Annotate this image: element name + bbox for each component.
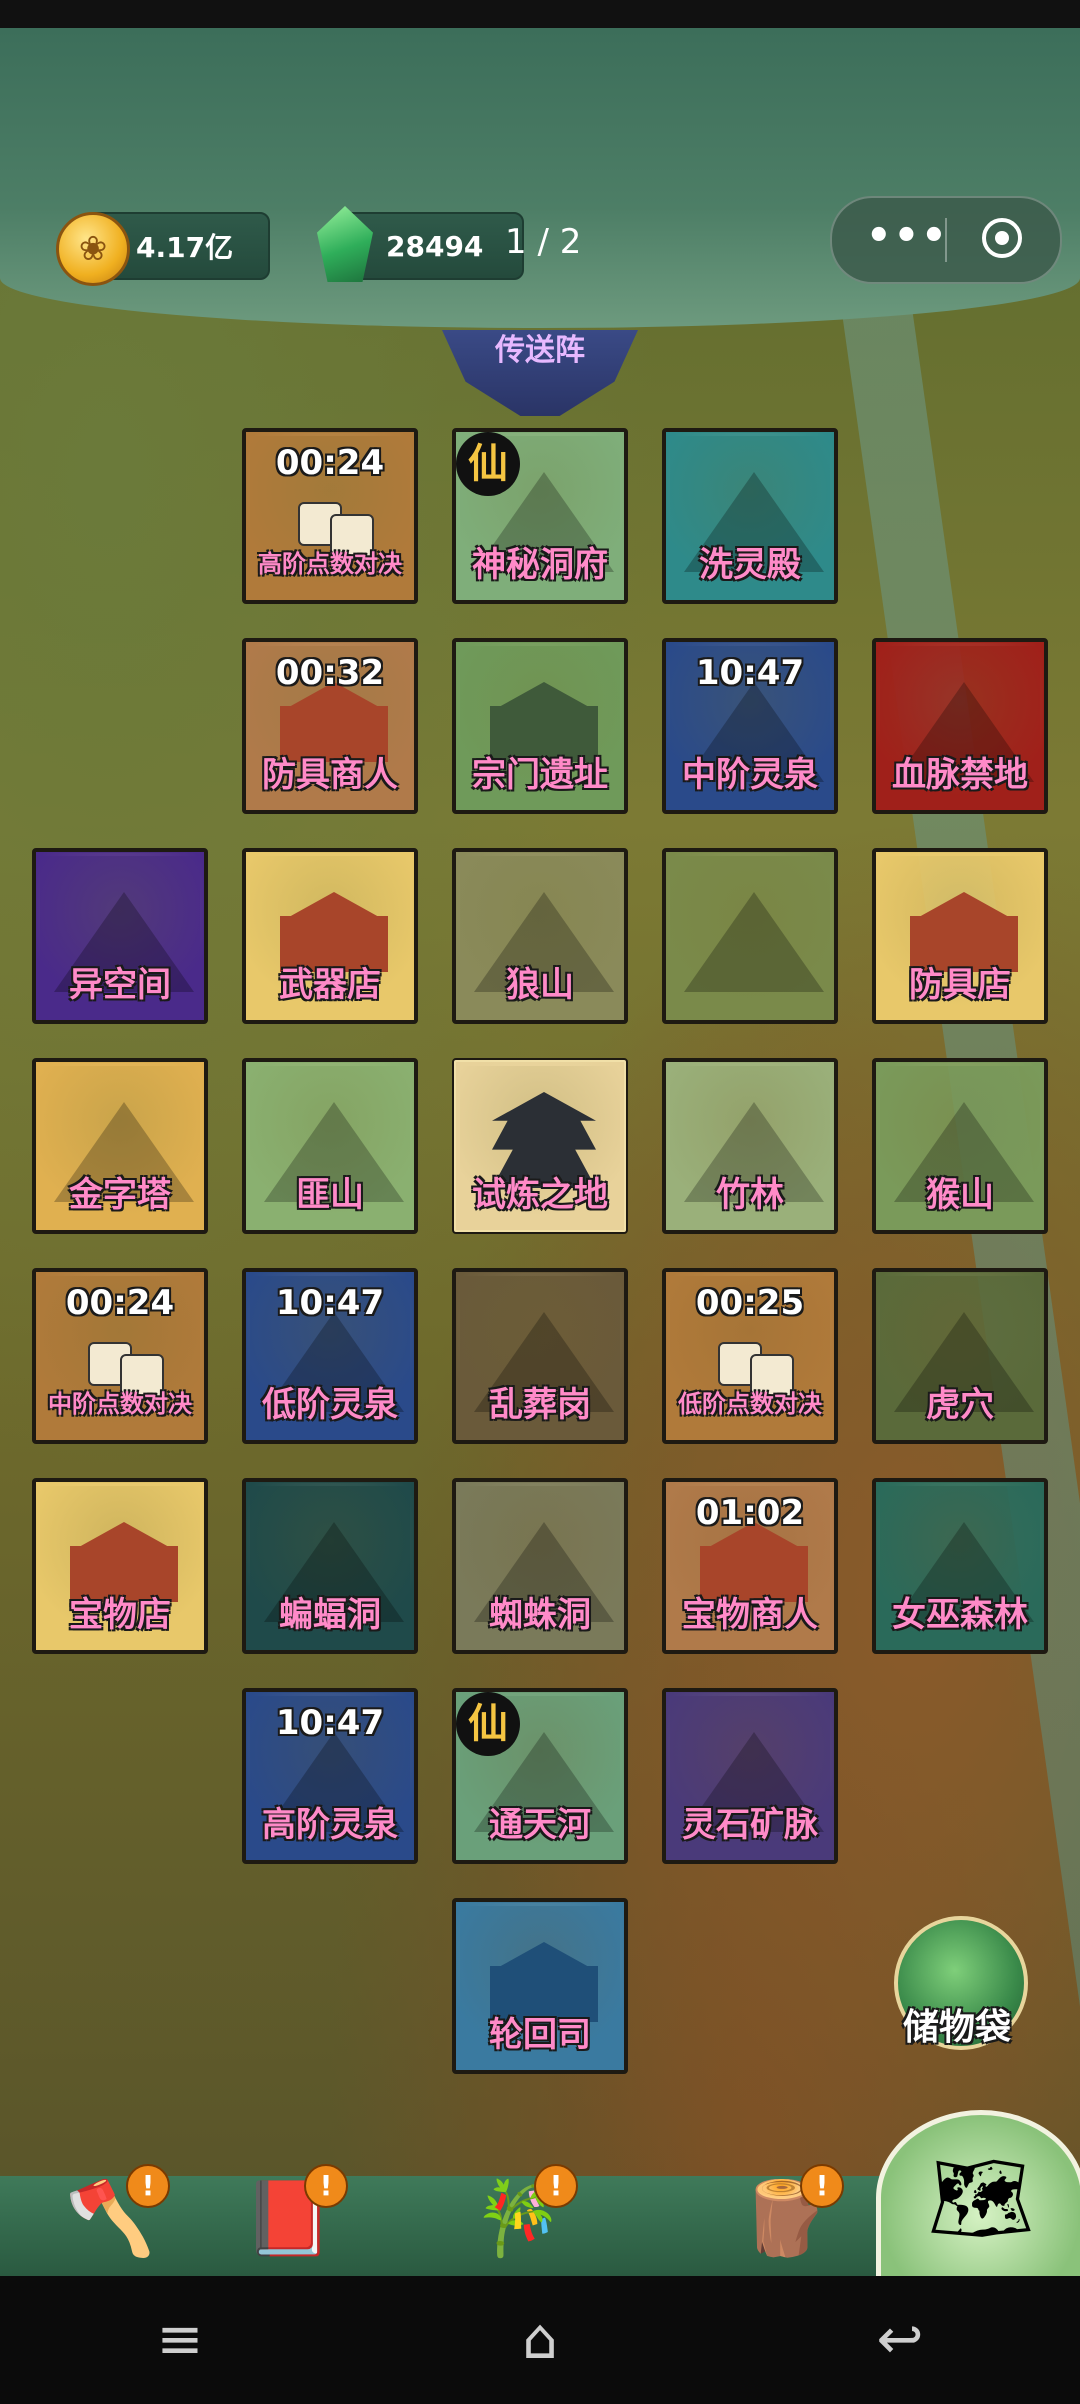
location-tile[interactable]: 轮回司 bbox=[452, 1898, 628, 2074]
immortal-badge-icon: 仙 bbox=[456, 432, 520, 496]
location-label: 宝物商人 bbox=[682, 1595, 818, 1635]
storage-bag-label[interactable]: 储物袋 bbox=[886, 2010, 1028, 2046]
location-label: 神秘洞府 bbox=[472, 545, 608, 585]
countdown-timer: 10:47 bbox=[695, 653, 805, 693]
countdown-timer: 10:47 bbox=[275, 1703, 385, 1743]
immortal-badge-icon: 仙 bbox=[456, 1692, 520, 1756]
location-label: 防具商人 bbox=[262, 755, 398, 795]
location-tile[interactable]: 猴山 bbox=[872, 1058, 1048, 1234]
location-tile[interactable]: 竹林 bbox=[662, 1058, 838, 1234]
alert-badge-icon: ! bbox=[304, 2164, 348, 2208]
back-icon[interactable]: ↩ bbox=[860, 2300, 940, 2380]
location-tile[interactable]: 金字塔 bbox=[32, 1058, 208, 1234]
more-icon[interactable]: ••• bbox=[866, 216, 949, 256]
status-bar bbox=[0, 0, 1080, 28]
location-label: 试炼之地 bbox=[472, 1175, 608, 1215]
location-label: 武器店 bbox=[279, 965, 381, 1005]
location-label: 竹林 bbox=[716, 1175, 784, 1215]
countdown-timer: 00:25 bbox=[695, 1283, 805, 1323]
location-tile[interactable]: 00:24 高阶点数对决 bbox=[242, 428, 418, 604]
home-icon[interactable]: ⌂ bbox=[500, 2300, 580, 2380]
location-label: 通天河 bbox=[489, 1805, 591, 1845]
location-tile[interactable]: 10:47 低阶灵泉 bbox=[242, 1268, 418, 1444]
axe-icon[interactable]: 🪓! bbox=[50, 2160, 170, 2276]
location-label: 虎穴 bbox=[926, 1385, 994, 1425]
location-tile[interactable]: 血脉禁地 bbox=[872, 638, 1048, 814]
portal-label: 传送阵 bbox=[495, 333, 585, 368]
menu-icon[interactable]: ≡ bbox=[140, 2300, 220, 2380]
location-label: 蜘蛛洞 bbox=[489, 1595, 591, 1635]
location-label: 异空间 bbox=[69, 965, 171, 1005]
location-label: 血脉禁地 bbox=[892, 755, 1028, 795]
location-label: 宝物店 bbox=[69, 1595, 171, 1635]
wood-log-icon[interactable]: 🪵! bbox=[724, 2160, 844, 2276]
location-tile[interactable]: 武器店 bbox=[242, 848, 418, 1024]
location-label: 洗灵殿 bbox=[699, 545, 801, 585]
location-label: 猴山 bbox=[926, 1175, 994, 1215]
location-tile[interactable]: 虎穴 bbox=[872, 1268, 1048, 1444]
location-label: 防具店 bbox=[909, 965, 1011, 1005]
target-icon[interactable] bbox=[982, 218, 1022, 258]
location-tile[interactable]: 00:24 中阶点数对决 bbox=[32, 1268, 208, 1444]
location-label: 高阶灵泉 bbox=[262, 1805, 398, 1845]
location-label: 蝙蝠洞 bbox=[279, 1595, 381, 1635]
location-tile[interactable]: 灵石矿脉 bbox=[662, 1688, 838, 1864]
countdown-timer: 00:24 bbox=[275, 443, 385, 483]
location-tile[interactable]: 宝物店 bbox=[32, 1478, 208, 1654]
location-tile[interactable]: 防具店 bbox=[872, 848, 1048, 1024]
location-label: 低阶点数对决 bbox=[678, 1390, 822, 1418]
location-label: 中阶点数对决 bbox=[48, 1390, 192, 1418]
location-label: 女巫森林 bbox=[892, 1595, 1028, 1635]
location-tile[interactable]: 宗门遗址 bbox=[452, 638, 628, 814]
countdown-timer: 01:02 bbox=[695, 1493, 805, 1533]
location-tile[interactable]: 狼山 bbox=[452, 848, 628, 1024]
location-tile[interactable]: 00:25 低阶点数对决 bbox=[662, 1268, 838, 1444]
gourd-scroll-icon[interactable]: 🎋! bbox=[458, 2160, 578, 2276]
location-tile[interactable]: 仙神秘洞府 bbox=[452, 428, 628, 604]
location-label: 金字塔 bbox=[69, 1175, 171, 1215]
location-tile[interactable]: 01:02 宝物商人 bbox=[662, 1478, 838, 1654]
location-tile[interactable]: 乱葬岗 bbox=[452, 1268, 628, 1444]
mini-program-capsule: ••• bbox=[830, 196, 1062, 284]
location-label: 轮回司 bbox=[489, 2015, 591, 2055]
location-tile[interactable]: 试炼之地 bbox=[452, 1058, 628, 1234]
paw-coin-icon: ❀ bbox=[56, 212, 130, 286]
location-tile[interactable]: 00:32 防具商人 bbox=[242, 638, 418, 814]
alert-badge-icon: ! bbox=[126, 2164, 170, 2208]
location-label: 高阶点数对决 bbox=[258, 550, 402, 578]
map-scroll-icon[interactable]: 🗺 bbox=[876, 2110, 1080, 2286]
gem-amount: 28494 bbox=[386, 229, 484, 263]
location-tile[interactable]: 10:47 高阶灵泉 bbox=[242, 1688, 418, 1864]
location-label: 宗门遗址 bbox=[472, 755, 608, 795]
alert-badge-icon: ! bbox=[534, 2164, 578, 2208]
capsule-divider bbox=[945, 218, 947, 262]
location-tile[interactable]: 异空间 bbox=[32, 848, 208, 1024]
location-tile[interactable]: 蝙蝠洞 bbox=[242, 1478, 418, 1654]
location-tile[interactable]: 蜘蛛洞 bbox=[452, 1478, 628, 1654]
coin-amount: 4.17亿 bbox=[136, 231, 234, 264]
location-tile[interactable]: 女巫森林 bbox=[872, 1478, 1048, 1654]
countdown-timer: 00:24 bbox=[65, 1283, 175, 1323]
page-indicator: 1 / 2 bbox=[505, 222, 582, 262]
location-label: 低阶灵泉 bbox=[262, 1385, 398, 1425]
location-label: 乱葬岗 bbox=[489, 1385, 591, 1425]
alert-badge-icon: ! bbox=[800, 2164, 844, 2208]
location-tile[interactable]: 仙通天河 bbox=[452, 1688, 628, 1864]
location-tile[interactable]: 匪山 bbox=[242, 1058, 418, 1234]
location-tile[interactable]: 10:47 中阶灵泉 bbox=[662, 638, 838, 814]
location-tile[interactable]: 洗灵殿 bbox=[662, 428, 838, 604]
system-nav-bar: ≡ ⌂ ↩ bbox=[0, 2276, 1080, 2404]
location-label: 灵石矿脉 bbox=[682, 1805, 818, 1845]
countdown-timer: 00:32 bbox=[275, 653, 385, 693]
location-label: 匪山 bbox=[296, 1175, 364, 1215]
location-tile[interactable] bbox=[662, 848, 838, 1024]
location-label: 狼山 bbox=[506, 965, 574, 1005]
countdown-timer: 10:47 bbox=[275, 1283, 385, 1323]
location-label: 中阶灵泉 bbox=[682, 755, 818, 795]
book-icon[interactable]: 📕! bbox=[228, 2160, 348, 2276]
